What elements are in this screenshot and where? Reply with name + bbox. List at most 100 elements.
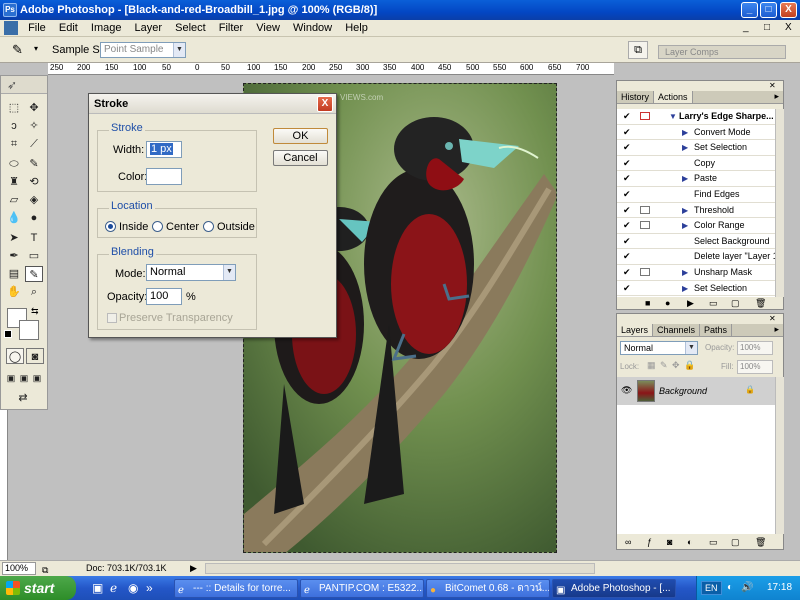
trash-icon[interactable]: 🗑 (755, 297, 766, 310)
layer-fill-input[interactable]: 100% (737, 360, 773, 374)
eyedropper-tool-icon[interactable]: ✎ (12, 42, 23, 58)
standard-mode-icon[interactable]: ◯ (6, 348, 24, 364)
checkmark-icon[interactable]: ✔ (623, 190, 631, 199)
pen-tool-icon[interactable]: ✒ (5, 248, 23, 264)
palette-well-icon[interactable]: ⧉ (628, 41, 648, 59)
tab-channels[interactable]: Channels (653, 324, 701, 336)
inside-radio[interactable] (105, 221, 116, 232)
toolbox-header[interactable]: ➶ (1, 76, 47, 94)
swap-colors-icon[interactable]: ⇆ (31, 306, 39, 317)
list-item[interactable]: ✔ Find Edges (617, 187, 775, 203)
list-item[interactable]: ✔ ▶ Threshold (617, 203, 775, 219)
menu-window[interactable]: Window (288, 20, 337, 36)
media-player-icon[interactable]: ◉ (128, 581, 138, 595)
panel-close-icon[interactable]: ✕ (769, 314, 776, 323)
horizontal-scrollbar[interactable] (205, 563, 595, 574)
trash-icon[interactable]: 🗑 (755, 535, 766, 549)
menu-filter[interactable]: Filter (214, 20, 248, 36)
panel-menu-icon[interactable]: ▸ (774, 91, 779, 102)
menu-help[interactable]: Help (340, 20, 373, 36)
checkmark-icon[interactable]: ✔ (623, 268, 631, 277)
menu-image[interactable]: Image (86, 20, 127, 36)
screen-mode-full-menu-icon[interactable]: ▣ (18, 370, 30, 386)
checkmark-icon[interactable]: ✔ (623, 221, 631, 230)
list-item[interactable]: ✔ ▶ Set Selection (617, 140, 775, 156)
doc-minimize-button[interactable]: _ (743, 22, 749, 33)
new-set-icon[interactable]: ▭ (709, 297, 718, 310)
expand-triangle-icon[interactable]: ▶ (682, 171, 688, 186)
menu-file[interactable]: File (23, 20, 51, 36)
magic-wand-tool-icon[interactable]: ✧ (25, 118, 43, 134)
list-item[interactable]: ✔ Select Background (617, 234, 775, 250)
menu-layer[interactable]: Layer (130, 20, 168, 36)
minimize-button[interactable]: _ (741, 2, 758, 18)
record-icon[interactable]: ● (665, 297, 670, 310)
outside-label[interactable]: Outside (217, 221, 255, 233)
blur-tool-icon[interactable]: 💧 (5, 210, 23, 226)
expand-triangle-icon[interactable]: ▶ (682, 140, 688, 155)
maximize-button[interactable]: □ (760, 2, 777, 18)
panel-close-icon[interactable]: ✕ (769, 81, 776, 90)
layers-scrollbar[interactable] (775, 377, 784, 534)
blend-mode-dropdown[interactable]: Normal ▼ (620, 341, 698, 355)
adjustment-layer-icon[interactable]: ◐ (687, 535, 692, 549)
jump-to-imageready-icon[interactable]: ⇄ (5, 390, 41, 406)
preserve-transparency-checkbox[interactable] (107, 313, 117, 323)
list-item[interactable]: ✔ Copy (617, 156, 775, 172)
new-group-icon[interactable]: ▭ (709, 535, 718, 549)
link-layers-icon[interactable]: ∞ (625, 535, 631, 549)
expand-triangle-icon[interactable]: ▼ (669, 109, 677, 124)
close-button[interactable]: X (780, 2, 797, 18)
panel-menu-icon[interactable]: ▸ (774, 324, 779, 335)
move-tool-icon[interactable]: ✥ (25, 100, 43, 116)
path-selection-tool-icon[interactable]: ➤ (5, 230, 23, 246)
start-button[interactable]: start (0, 576, 76, 600)
color-swatch[interactable] (146, 168, 182, 185)
outside-radio[interactable] (203, 221, 214, 232)
eye-icon[interactable]: 👁 (621, 385, 632, 396)
browser-icon[interactable]: ℯ (110, 581, 117, 595)
notes-tool-icon[interactable]: ▤ (5, 266, 23, 282)
quicklaunch-more-icon[interactable]: » (146, 581, 153, 595)
checkmark-icon[interactable]: ✔ (623, 252, 631, 261)
center-label[interactable]: Center (166, 221, 199, 233)
doc-maximize-button[interactable]: □ (764, 22, 770, 33)
task-button-photoshop[interactable]: ▣ Adobe Photoshop - [... (552, 579, 676, 598)
tool-preset-dropdown-icon[interactable]: ▾ (34, 44, 38, 53)
sample-size-dropdown[interactable]: Point Sample ▼ (100, 42, 186, 58)
eyedropper-tool-icon[interactable]: ✎ (25, 266, 43, 282)
tab-actions[interactable]: Actions (654, 91, 693, 103)
expand-triangle-icon[interactable]: ▶ (682, 218, 688, 233)
tab-paths[interactable]: Paths (700, 324, 733, 336)
new-layer-icon[interactable]: ▢ (731, 535, 740, 549)
layer-opacity-input[interactable]: 100% (737, 341, 773, 355)
lasso-tool-icon[interactable]: ↄ (5, 118, 23, 134)
actions-scrollbar[interactable] (775, 109, 784, 297)
task-button-pantip[interactable]: ℯ PANTIP.COM : E5322... (300, 579, 424, 598)
list-item[interactable]: ✔ Delete layer "Layer 1" (617, 249, 781, 265)
paint-bucket-tool-icon[interactable]: ◈ (25, 192, 43, 208)
default-colors-icon[interactable] (4, 330, 12, 338)
checkmark-icon[interactable]: ✔ (623, 112, 631, 121)
expand-triangle-icon[interactable]: ▶ (682, 125, 688, 140)
dialog-toggle-icon[interactable] (640, 205, 650, 214)
healing-brush-tool-icon[interactable]: ⬭ (5, 156, 23, 172)
dodge-tool-icon[interactable]: ● (25, 210, 43, 226)
checkmark-icon[interactable]: ✔ (623, 174, 631, 183)
inside-label[interactable]: Inside (119, 221, 148, 233)
type-tool-icon[interactable]: T (25, 230, 43, 246)
history-brush-tool-icon[interactable]: ⟲ (25, 174, 43, 190)
layer-style-icon[interactable]: ƒ (647, 535, 652, 549)
checkmark-icon[interactable]: ✔ (623, 236, 631, 246)
play-icon[interactable]: ▶ (687, 297, 694, 310)
center-radio[interactable] (152, 221, 163, 232)
background-color-swatch[interactable] (19, 320, 39, 340)
tab-layers[interactable]: Layers (617, 324, 654, 336)
dialog-close-button[interactable]: X (317, 96, 333, 112)
menu-edit[interactable]: Edit (54, 20, 83, 36)
screen-mode-full-icon[interactable]: ▣ (31, 370, 43, 386)
clone-stamp-tool-icon[interactable]: ♜ (5, 174, 23, 190)
expand-triangle-icon[interactable]: ▶ (682, 203, 688, 218)
layer-comps-tab[interactable]: Layer Comps (658, 45, 786, 59)
zoom-tool-icon[interactable]: ⌕ (25, 284, 43, 300)
